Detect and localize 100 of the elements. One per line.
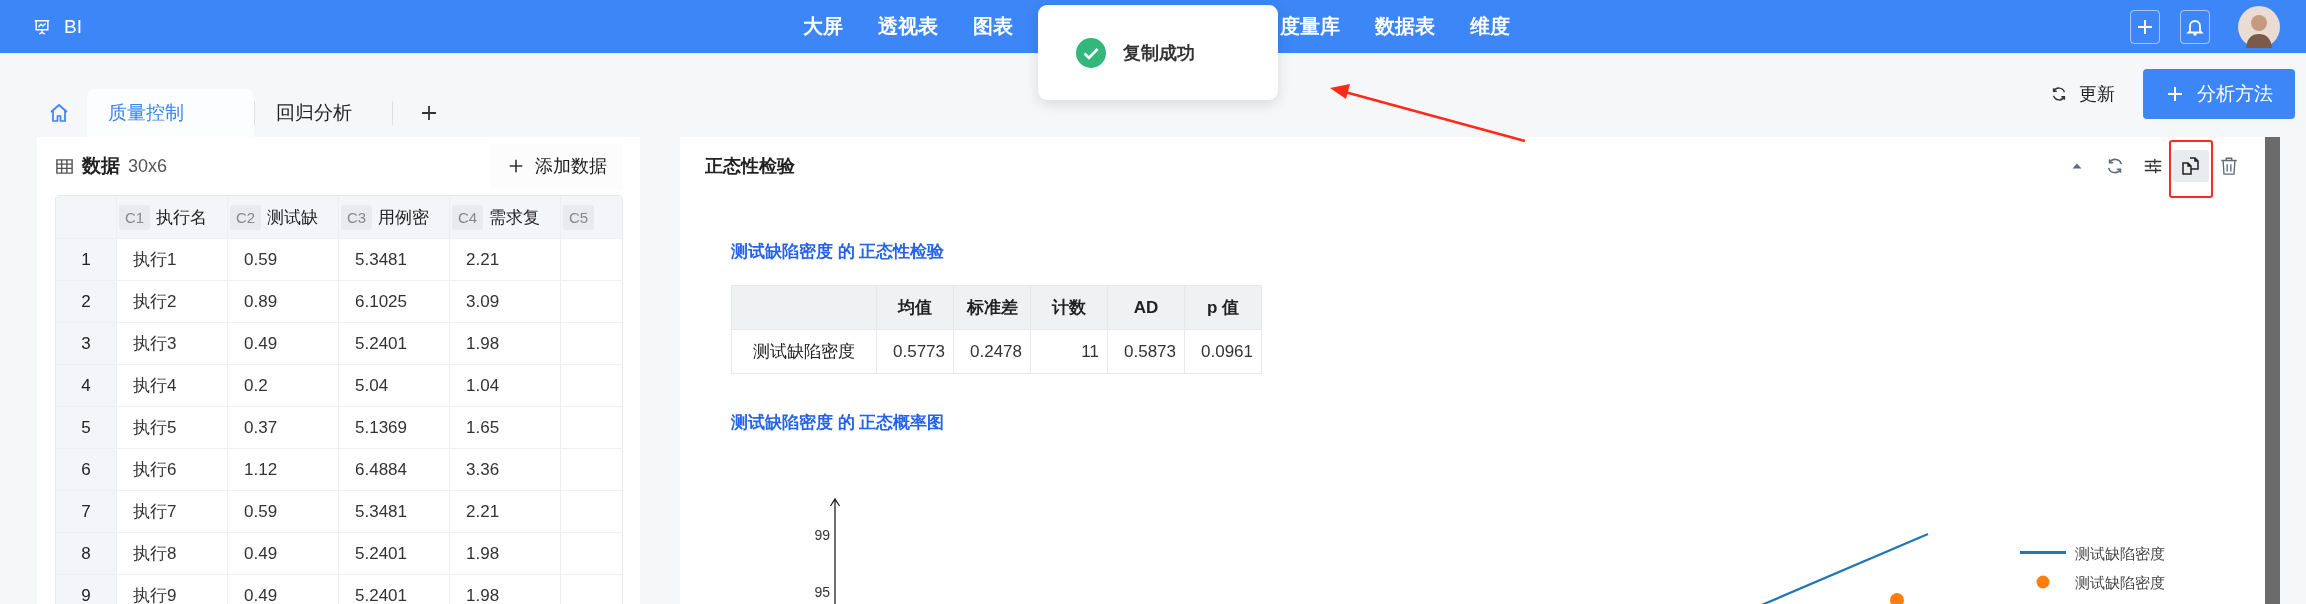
refresh-button[interactable]: 更新 — [2050, 82, 2115, 106]
table-cell: 执行5 — [117, 407, 228, 448]
add-tab-icon[interactable] — [419, 103, 439, 123]
panel-title: 正态性检验 — [705, 155, 795, 178]
table-cell: 0.5873 — [1107, 329, 1185, 374]
table-cell: 1.98 — [450, 575, 561, 604]
table-cell: 执行1 — [117, 239, 228, 280]
table-cell: 0.2478 — [953, 329, 1031, 374]
plus-icon — [507, 157, 525, 175]
table-cell: 0.89 — [228, 281, 339, 322]
table-cell: 0.59 — [228, 491, 339, 532]
row-number: 4 — [56, 365, 117, 406]
nav-link[interactable]: 透视表 — [878, 13, 938, 40]
axis-tick-label: 95 — [814, 584, 830, 600]
table-cell: 0.37 — [228, 407, 339, 448]
row-number: 6 — [56, 449, 117, 490]
table-cell: 5.1369 — [339, 407, 450, 448]
table-cell: 11 — [1030, 329, 1108, 374]
table-cell: 1.98 — [450, 323, 561, 364]
table-cell: 执行6 — [117, 449, 228, 490]
avatar[interactable] — [2238, 5, 2280, 48]
data-point — [1890, 593, 1904, 604]
table-cell: 0.49 — [228, 533, 339, 574]
table-cell: 5.3481 — [339, 491, 450, 532]
bell-icon[interactable] — [2180, 9, 2210, 44]
column-tag: C5 — [563, 204, 595, 230]
table-cell: 5.2401 — [339, 323, 450, 364]
column-header: 计数 — [1030, 285, 1108, 330]
table-cell: 1.04 — [450, 365, 561, 406]
nav-link[interactable]: 图表 — [973, 13, 1013, 40]
table-cell: 执行4 — [117, 365, 228, 406]
column-header: 标准差 — [953, 285, 1031, 330]
column-header[interactable]: 执行名 — [156, 205, 208, 229]
axis-tick-label: 99 — [814, 527, 830, 543]
data-size: 30x6 — [128, 155, 168, 177]
highlight-frame — [2169, 140, 2213, 198]
table-cell: 0.2 — [228, 365, 339, 406]
column-tag: C2 — [230, 204, 262, 230]
column-tag: C1 — [119, 204, 151, 230]
nav-link[interactable]: 大屏 — [803, 13, 843, 40]
column-header: p 值 — [1184, 285, 1262, 330]
table-cell: 执行7 — [117, 491, 228, 532]
table-cell: 2.21 — [450, 491, 561, 532]
table-cell: 5.2401 — [339, 575, 450, 604]
plus-icon — [2165, 84, 2185, 104]
table-cell: 3.36 — [450, 449, 561, 490]
tab[interactable]: 质量控制 — [87, 89, 254, 137]
section-heading: 测试缺陷密度 的 正态概率图 — [731, 412, 946, 434]
table-cell: 0.0961 — [1184, 329, 1262, 374]
app-name: BI — [64, 15, 82, 38]
chart-board-icon — [33, 17, 51, 36]
scrollbar[interactable] — [2265, 137, 2280, 604]
row-number: 7 — [56, 491, 117, 532]
row-number: 1 — [56, 239, 117, 280]
table-cell: 测试缺陷密度 — [731, 329, 877, 374]
table-cell: 5.04 — [339, 365, 450, 406]
column-tag: C4 — [452, 204, 484, 230]
tab[interactable]: 回归分析 — [255, 89, 392, 137]
toast-text: 复制成功 — [1123, 41, 1195, 65]
table-cell: 5.2401 — [339, 533, 450, 574]
section-heading: 测试缺陷密度 的 正态性检验 — [731, 241, 946, 263]
table-cell: 2.21 — [450, 239, 561, 280]
row-number: 3 — [56, 323, 117, 364]
table-icon — [55, 156, 74, 176]
table-cell: 5.3481 — [339, 239, 450, 280]
legend-label: 测试缺陷密度 — [2075, 545, 2165, 562]
home-icon[interactable] — [48, 102, 70, 124]
table-cell: 执行8 — [117, 533, 228, 574]
table-cell: 执行9 — [117, 575, 228, 604]
table-cell: 3.09 — [450, 281, 561, 322]
nav-link[interactable]: 维度 — [1470, 13, 1510, 40]
table-cell: 0.49 — [228, 575, 339, 604]
table-cell: 0.5773 — [876, 329, 954, 374]
nav-link[interactable]: 数据表 — [1375, 13, 1435, 40]
column-header[interactable]: 测试缺 — [267, 205, 319, 229]
row-number: 8 — [56, 533, 117, 574]
table-cell: 1.98 — [450, 533, 561, 574]
legend-label: 测试缺陷密度 — [2075, 574, 2165, 591]
table-cell: 0.59 — [228, 239, 339, 280]
row-number: 5 — [56, 407, 117, 448]
row-number: 9 — [56, 575, 117, 604]
column-header[interactable]: 需求复 — [489, 205, 541, 229]
row-number: 2 — [56, 281, 117, 322]
panel-title: 数据 — [82, 154, 120, 178]
table-cell: 执行2 — [117, 281, 228, 322]
column-header: AD — [1107, 285, 1185, 330]
table-cell: 0.49 — [228, 323, 339, 364]
refresh-icon — [2050, 85, 2068, 103]
column-tag: C3 — [341, 204, 373, 230]
add-icon[interactable] — [2130, 9, 2160, 44]
nav-link[interactable]: 度量库 — [1280, 13, 1340, 40]
column-header: 均值 — [876, 285, 954, 330]
analysis-method-button[interactable]: 分析方法 — [2143, 69, 2295, 119]
table-cell: 1.65 — [450, 407, 561, 448]
table-cell: 6.4884 — [339, 449, 450, 490]
success-check-icon — [1076, 37, 1106, 68]
copy-icon[interactable] — [2173, 150, 2209, 182]
table-cell: 1.12 — [228, 449, 339, 490]
column-header[interactable]: 用例密 — [378, 205, 430, 229]
table-cell: 6.1025 — [339, 281, 450, 322]
